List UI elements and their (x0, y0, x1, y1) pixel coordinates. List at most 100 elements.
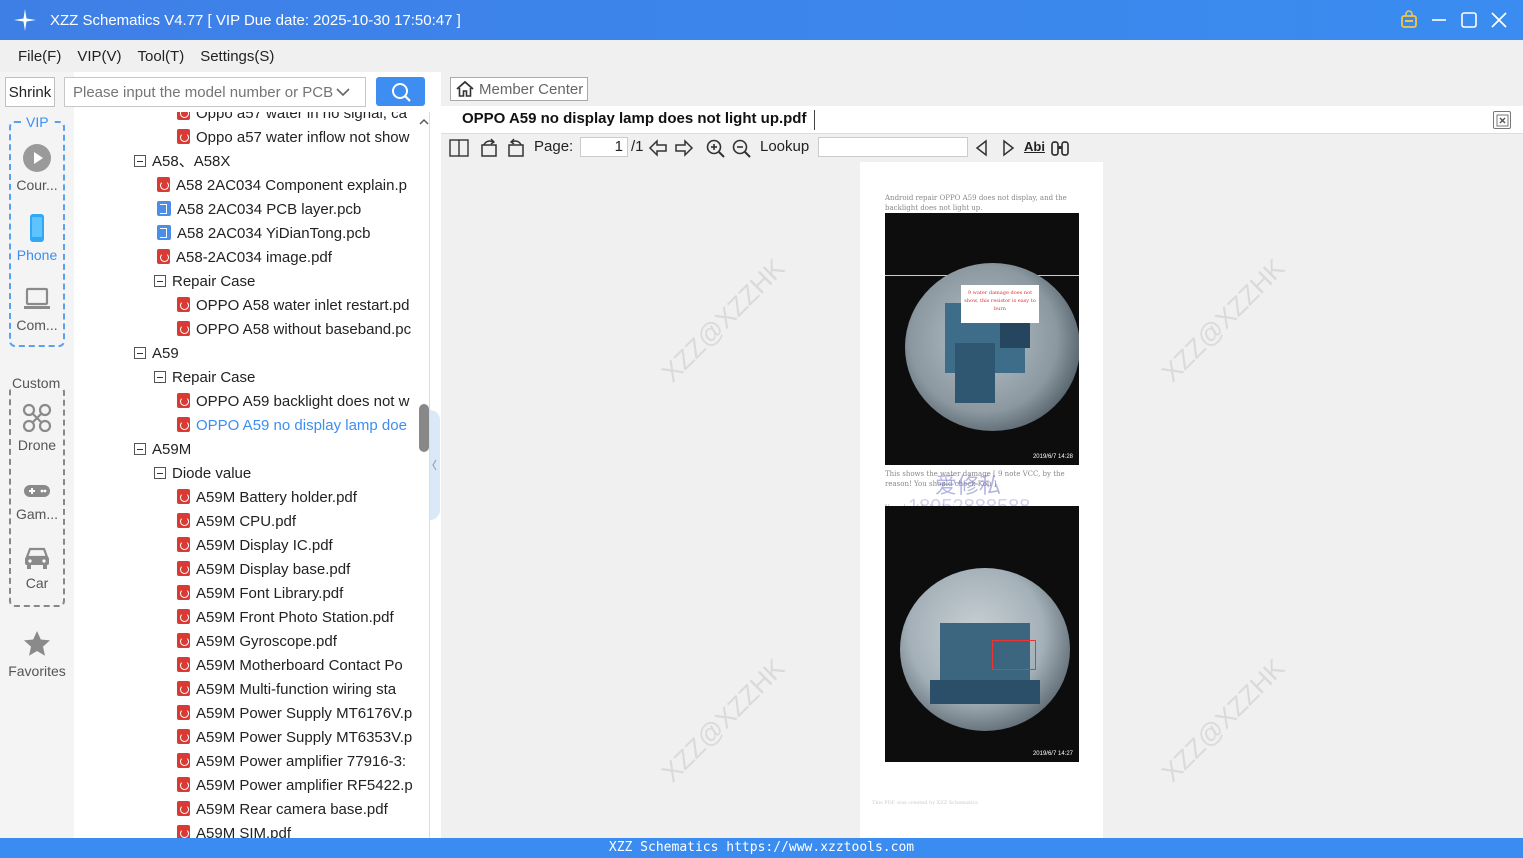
pdf-file-icon (177, 801, 190, 816)
tree-file[interactable]: A59M Gyroscope.pdf (177, 630, 417, 654)
pdf-file-icon (177, 129, 190, 144)
tree-folder[interactable]: Diode value (154, 462, 417, 486)
close-button[interactable] (1489, 8, 1509, 32)
search-input[interactable] (65, 83, 335, 101)
close-all-tabs-button[interactable] (1493, 111, 1511, 129)
member-center-button[interactable]: Member Center (450, 77, 588, 101)
search-box[interactable] (64, 77, 366, 107)
board-closeup (900, 568, 1070, 731)
tree-file[interactable]: OPPO A59 no display lamp doe (177, 414, 417, 438)
collapse-toggle-icon[interactable] (134, 155, 146, 167)
collapse-toggle-icon[interactable] (134, 347, 146, 359)
tree-item-label: A59M Power amplifier 77916-3: (196, 753, 407, 770)
tree-item-label: A58 2AC034 PCB layer.pcb (177, 201, 362, 218)
rail-item-favorites[interactable]: Favorites (0, 629, 74, 679)
tree-item-label: OPPO A59 backlight does not w (196, 393, 410, 410)
pdf-file-icon (157, 249, 170, 264)
tree-item-label: A59M Power Supply MT6176V.p (196, 705, 413, 722)
tree-file[interactable]: A59M Display IC.pdf (177, 534, 417, 558)
tree-item-label: A59M Rear camera base.pdf (196, 801, 388, 818)
pdf-file-icon (177, 112, 190, 120)
pdf-file-icon (177, 705, 190, 720)
tree-file[interactable]: A58 2AC034 YiDianTong.pcb (157, 222, 417, 246)
tree-file[interactable]: A59M Multi-function wiring sta (177, 678, 417, 702)
tree-folder[interactable]: A59 (134, 342, 417, 366)
tree-folder[interactable]: Repair Case (154, 270, 417, 294)
rail-item-drone[interactable]: Drone (0, 403, 74, 453)
play-icon (23, 144, 51, 172)
pdf-file-icon (177, 585, 190, 600)
tree-file[interactable]: A59M Power amplifier 77916-3: (177, 750, 417, 774)
tree-file[interactable]: A59M Power amplifier RF5422.p (177, 774, 417, 798)
two-page-view-icon[interactable] (449, 138, 469, 158)
rail-item-courses[interactable]: Cour... (0, 143, 74, 193)
tree-file[interactable]: A58-2AC034 image.pdf (157, 246, 417, 270)
tree-file[interactable]: A59M Battery holder.pdf (177, 486, 417, 510)
tree-file[interactable]: A59M Rear camera base.pdf (177, 798, 417, 822)
tree-file[interactable]: Oppo a57 water inflow not show (177, 126, 417, 150)
tree-file[interactable]: A59M Display base.pdf (177, 558, 417, 582)
collapse-toggle-icon[interactable] (134, 443, 146, 455)
tree-folder[interactable]: Repair Case (154, 366, 417, 390)
rail-item-car[interactable]: Car (0, 545, 74, 591)
rotate-left-icon[interactable] (479, 138, 499, 158)
star-icon (24, 631, 50, 656)
tree-file[interactable]: A59M Font Library.pdf (177, 582, 417, 606)
rail-item-phone[interactable]: Phone (0, 213, 74, 263)
rotate-right-icon[interactable] (506, 138, 526, 158)
vip-bag-icon[interactable] (1399, 8, 1419, 32)
tree-scrollbar[interactable] (417, 112, 431, 838)
tree-file[interactable]: OPPO A58 without baseband.pc (177, 318, 417, 342)
tree-file[interactable]: A59M Front Photo Station.pdf (177, 606, 417, 630)
tree-file[interactable]: A59M Power Supply MT6176V.p (177, 702, 417, 726)
scroll-up-icon[interactable] (417, 115, 431, 129)
collapse-toggle-icon[interactable] (154, 371, 166, 383)
collapse-toggle-icon[interactable] (154, 275, 166, 287)
rail-item-computer[interactable]: Com... (0, 285, 74, 333)
previous-page-icon[interactable] (648, 138, 668, 158)
rail-item-label: Gam... (15, 506, 58, 522)
tree-item-label: Oppo a57 water inflow not show (196, 129, 410, 146)
panel-collapse-handle[interactable] (430, 410, 440, 520)
match-case-button[interactable]: Abi (1024, 139, 1045, 154)
tree-file[interactable]: OPPO A58 water inlet restart.pd (177, 294, 417, 318)
chevron-down-icon[interactable] (335, 84, 351, 100)
find-previous-icon[interactable] (972, 138, 992, 158)
shrink-button[interactable]: Shrink (5, 77, 55, 107)
search-button[interactable] (376, 77, 425, 106)
next-page-icon[interactable] (674, 138, 694, 158)
tree-file[interactable]: A59M Power Supply MT6353V.p (177, 726, 417, 750)
tree-file[interactable]: A58 2AC034 PCB layer.pcb (157, 198, 417, 222)
tree-file[interactable]: Oppo a57 water in no signal, ca (177, 112, 417, 126)
maximize-button[interactable] (1459, 8, 1479, 32)
tree-file[interactable]: A59M Motherboard Contact Po (177, 654, 417, 678)
menu-file[interactable]: File(F) (18, 48, 61, 65)
tree-scroll-thumb[interactable] (419, 404, 429, 452)
tree-file[interactable]: A59M SIM.pdf (177, 822, 417, 838)
minimize-button[interactable] (1429, 8, 1449, 32)
pdf-file-icon (177, 417, 190, 432)
menu-tool[interactable]: Tool(T) (138, 48, 185, 65)
page-number-input[interactable]: 1 (580, 137, 628, 157)
member-center-label: Member Center (479, 80, 584, 98)
zoom-out-icon[interactable] (731, 138, 751, 158)
menu-settings[interactable]: Settings(S) (200, 48, 274, 65)
pdf-file-icon (177, 561, 190, 576)
tree-folder[interactable]: A59M (134, 438, 417, 462)
rail-item-game[interactable]: Gam... (0, 480, 74, 522)
find-next-icon[interactable] (998, 138, 1018, 158)
menu-bar: File(F) VIP(V) Tool(T) Settings(S) (0, 40, 1523, 72)
collapse-toggle-icon[interactable] (154, 467, 166, 479)
search-icon (391, 82, 411, 102)
tree-file[interactable]: A59M CPU.pdf (177, 510, 417, 534)
document-tab[interactable]: OPPO A59 no display lamp does not light … (462, 110, 806, 127)
menu-vip[interactable]: VIP(V) (77, 48, 121, 65)
lookup-input[interactable] (818, 137, 968, 157)
tree-file[interactable]: OPPO A59 backlight does not w (177, 390, 417, 414)
zoom-in-icon[interactable] (705, 138, 725, 158)
tree-file[interactable]: A58 2AC034 Component explain.p (157, 174, 417, 198)
binoculars-icon[interactable] (1050, 138, 1070, 158)
rail-item-label: Drone (17, 437, 57, 453)
pdf-file-icon (177, 825, 190, 838)
tree-folder[interactable]: A58、A58X (134, 150, 417, 174)
